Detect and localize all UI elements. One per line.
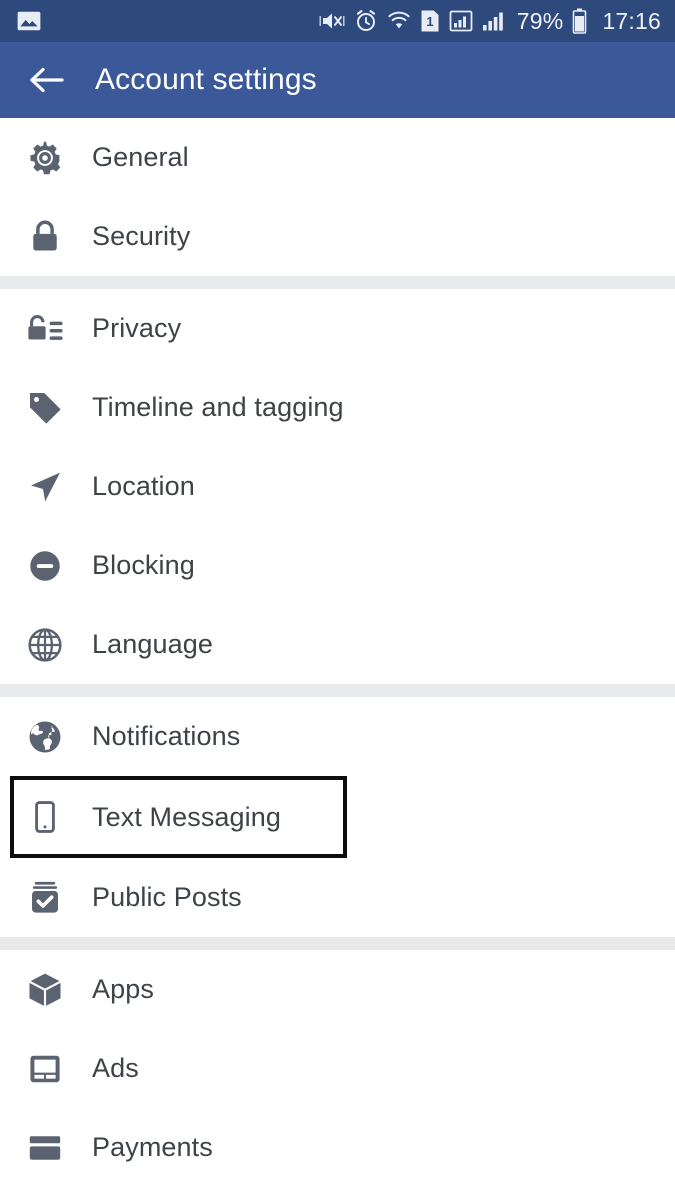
section-divider bbox=[0, 684, 675, 697]
settings-item-label: Security bbox=[92, 221, 191, 251]
settings-item-label: Public Posts bbox=[92, 882, 242, 912]
wifi-icon bbox=[387, 10, 411, 32]
settings-item-payments[interactable]: Payments bbox=[0, 1108, 675, 1187]
status-bar-left bbox=[16, 8, 42, 34]
ads-window-icon bbox=[22, 1046, 68, 1092]
page-title: Account settings bbox=[95, 63, 317, 96]
back-arrow-icon[interactable] bbox=[26, 60, 66, 100]
svg-text:1: 1 bbox=[426, 14, 433, 29]
settings-item-label: Blocking bbox=[92, 550, 195, 580]
settings-item-label: Location bbox=[92, 471, 195, 501]
minus-circle-icon bbox=[22, 543, 68, 589]
navigation-arrow-icon bbox=[22, 464, 68, 510]
phone-screen: 1 79% 17:16 Account settings General Sec… bbox=[0, 0, 675, 1200]
settings-section-3: Notifications Text Messaging Public Post… bbox=[0, 697, 675, 937]
settings-item-label: Language bbox=[92, 629, 213, 659]
mute-vibrate-icon bbox=[319, 9, 345, 33]
stack-check-icon bbox=[22, 875, 68, 921]
privacy-lock-list-icon bbox=[22, 306, 68, 352]
settings-item-label: Privacy bbox=[92, 313, 182, 343]
settings-item-general[interactable]: General bbox=[0, 118, 675, 197]
settings-section-4: Apps Ads Payments bbox=[0, 950, 675, 1187]
globe-outline-icon bbox=[22, 622, 68, 668]
app-bar: Account settings bbox=[0, 42, 675, 118]
signal-sim2-icon bbox=[482, 10, 506, 32]
settings-item-language[interactable]: Language bbox=[0, 605, 675, 684]
settings-item-apps[interactable]: Apps bbox=[0, 950, 675, 1029]
settings-item-security[interactable]: Security bbox=[0, 197, 675, 276]
signal-sim1-icon bbox=[449, 9, 473, 33]
tag-icon bbox=[22, 385, 68, 431]
settings-item-text-messaging[interactable]: Text Messaging bbox=[10, 776, 347, 858]
clock-label: 17:16 bbox=[602, 7, 661, 34]
globe-filled-icon bbox=[22, 714, 68, 760]
battery-percent-label: 79% bbox=[516, 7, 564, 34]
status-bar-right: 1 79% 17:16 bbox=[319, 8, 661, 35]
settings-list: General Security Privacy Timeline and ta… bbox=[0, 118, 675, 1187]
alarm-icon bbox=[354, 9, 378, 33]
lock-icon bbox=[22, 214, 68, 260]
settings-item-timeline-and-tagging[interactable]: Timeline and tagging bbox=[0, 368, 675, 447]
image-thumbnail-icon bbox=[16, 8, 42, 34]
settings-item-label: Ads bbox=[92, 1053, 139, 1083]
settings-item-privacy[interactable]: Privacy bbox=[0, 289, 675, 368]
settings-item-label: Text Messaging bbox=[92, 801, 281, 832]
gear-icon bbox=[22, 135, 68, 181]
section-divider bbox=[0, 276, 675, 289]
settings-item-ads[interactable]: Ads bbox=[0, 1029, 675, 1108]
settings-item-location[interactable]: Location bbox=[0, 447, 675, 526]
settings-item-label: Timeline and tagging bbox=[92, 392, 344, 422]
settings-item-label: General bbox=[92, 142, 189, 172]
settings-section-1: General Security bbox=[0, 118, 675, 276]
status-bar: 1 79% 17:16 bbox=[0, 0, 675, 42]
battery-icon bbox=[572, 8, 587, 34]
settings-item-label: Notifications bbox=[92, 721, 241, 751]
sim-1-icon: 1 bbox=[420, 9, 440, 33]
settings-section-2: Privacy Timeline and tagging Location Bl… bbox=[0, 289, 675, 684]
settings-item-label: Apps bbox=[92, 974, 154, 1004]
credit-card-icon bbox=[22, 1125, 68, 1171]
section-divider bbox=[0, 937, 675, 950]
settings-item-blocking[interactable]: Blocking bbox=[0, 526, 675, 605]
settings-item-public-posts[interactable]: Public Posts bbox=[0, 858, 675, 937]
cube-icon bbox=[22, 967, 68, 1013]
settings-item-label: Payments bbox=[92, 1132, 213, 1162]
settings-item-notifications[interactable]: Notifications bbox=[0, 697, 675, 776]
mobile-phone-icon bbox=[22, 794, 68, 840]
